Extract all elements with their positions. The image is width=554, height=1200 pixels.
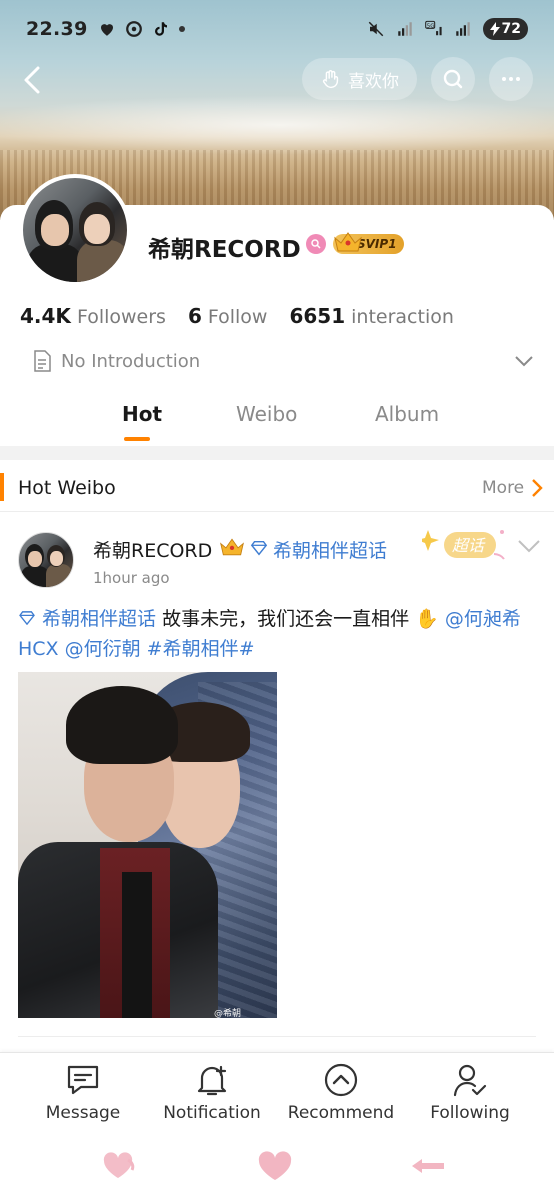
diamond-icon <box>250 540 268 556</box>
photo-watermark: @希朝RECORD <box>214 1009 242 1018</box>
post-author-name[interactable]: 希朝RECORD <box>93 536 212 563</box>
post-text-diamond-icon <box>18 608 42 630</box>
section-accent-bar <box>0 473 4 501</box>
status-bar: 22.39 5G 72 <box>0 0 554 58</box>
like-you-label: 喜欢你 <box>348 71 399 92</box>
nav-message[interactable]: Message <box>18 1061 148 1135</box>
back-arrow-heart-icon[interactable] <box>408 1148 448 1184</box>
signal-icon-2 <box>454 20 472 38</box>
tiktok-icon <box>152 20 170 38</box>
search-icon <box>443 69 463 89</box>
like-you-button[interactable]: 喜欢你 <box>302 58 417 100</box>
document-icon <box>34 350 51 372</box>
status-time: 22.39 <box>26 18 88 40</box>
battery-level: 72 <box>501 21 521 37</box>
post-menu-chevron-icon[interactable] <box>517 538 541 554</box>
nav-recommend[interactable]: Recommend <box>276 1061 406 1135</box>
recents-heart-icon[interactable] <box>98 1148 138 1184</box>
following-count[interactable]: 6 <box>188 304 202 328</box>
nav-notification-label: Notification <box>163 1103 261 1123</box>
post-text-topic-link[interactable]: 希朝相伴超话 <box>42 608 156 630</box>
search-button[interactable] <box>431 57 475 101</box>
user-check-icon <box>453 1064 487 1097</box>
section-divider <box>0 446 554 460</box>
profile-stats: 4.4K Followers 6 Follow 6651 interaction <box>20 304 476 328</box>
home-heart-icon[interactable] <box>255 1148 295 1184</box>
interaction-label: interaction <box>351 306 454 328</box>
bell-plus-icon <box>197 1065 227 1096</box>
hashtag-link[interactable]: #希朝相伴# <box>141 638 255 660</box>
more-link[interactable]: More <box>482 478 524 498</box>
profile-name: 希朝RECORD <box>148 237 301 263</box>
back-arrow-icon <box>24 66 40 94</box>
introduction-row[interactable]: No Introduction <box>32 348 534 374</box>
post-supertopic-link[interactable]: 希朝相伴超话 <box>273 536 387 563</box>
chevron-right-icon[interactable] <box>530 478 544 498</box>
mention-link-2[interactable]: @何衍朝 <box>59 638 141 660</box>
nav-notification[interactable]: Notification <box>147 1061 277 1135</box>
followers-label[interactable]: Followers <box>77 306 166 328</box>
crown-icon <box>220 538 244 556</box>
profile-tabs: Hot Weibo Album <box>0 398 554 444</box>
post-photo[interactable]: @希朝RECORD <box>18 672 277 1018</box>
supertopic-badge-label: 超话 <box>452 536 486 555</box>
signal-icon <box>396 20 414 38</box>
nav-message-label: Message <box>45 1103 121 1123</box>
more-dots-icon <box>502 77 520 81</box>
supertopic-badge[interactable]: 超话 <box>422 524 508 564</box>
system-navigation-bar <box>0 1138 554 1200</box>
5g-signal-icon: 5G <box>424 20 443 38</box>
nav-following-label: Following <box>430 1103 510 1123</box>
nav-recommend-label: Recommend <box>287 1103 395 1123</box>
chevron-down-icon[interactable] <box>514 354 534 368</box>
post-timestamp: 1hour ago <box>93 569 170 587</box>
chevron-up-circle-icon <box>324 1063 358 1097</box>
introduction-text: No Introduction <box>61 350 201 372</box>
fan-badge-icon[interactable] <box>306 234 326 254</box>
nav-following[interactable]: Following <box>405 1061 535 1135</box>
app-notification-icon <box>125 20 143 38</box>
interaction-count: 6651 <box>289 304 346 328</box>
tab-weibo[interactable]: Weibo <box>236 402 297 426</box>
heart-icon <box>98 20 116 38</box>
message-icon <box>67 1065 99 1095</box>
post-text-body: 故事未完，我们还会一直相伴 <box>156 608 416 630</box>
charging-icon <box>489 22 500 36</box>
bottom-navigation: Message Notification Recommend Following <box>0 1052 554 1138</box>
more-notifications-dot <box>178 26 185 32</box>
more-options-button[interactable] <box>489 57 533 101</box>
followers-count[interactable]: 4.4K <box>20 304 71 328</box>
profile-avatar[interactable] <box>19 174 131 286</box>
back-button[interactable] <box>14 60 50 100</box>
tab-hot[interactable]: Hot <box>122 402 162 426</box>
waving-hand-icon <box>322 70 339 89</box>
active-tab-indicator <box>124 437 150 441</box>
tab-album[interactable]: Album <box>375 402 439 426</box>
battery-indicator: 72 <box>482 18 528 40</box>
mute-icon <box>367 20 385 38</box>
svg-text:5G: 5G <box>426 23 434 29</box>
post-separator <box>18 1036 536 1037</box>
raised-hand-emoji: ✋ <box>415 608 439 630</box>
following-label[interactable]: Follow <box>208 306 268 328</box>
section-title: Hot Weibo <box>18 477 116 499</box>
post-text: 希朝相伴超话 故事未完，我们还会一直相伴 ✋ @何昶希HCX @何衍朝 #希朝相… <box>18 604 538 664</box>
post-author-avatar[interactable] <box>18 532 74 588</box>
crown-icon <box>334 232 362 252</box>
